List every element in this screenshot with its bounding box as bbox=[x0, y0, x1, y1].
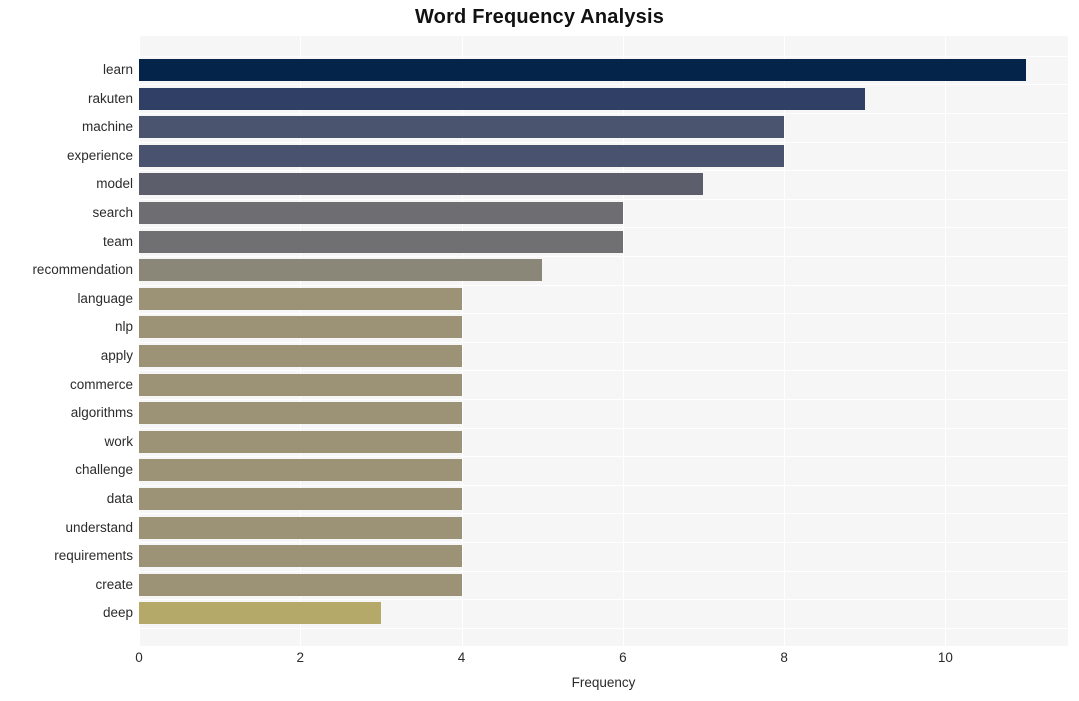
x-axis-tick-label: 0 bbox=[135, 650, 143, 665]
y-axis-tick-label: recommendation bbox=[32, 262, 133, 278]
y-axis-tick-label: team bbox=[102, 233, 133, 249]
y-axis-tick-label: language bbox=[77, 290, 133, 306]
y-axis-tick-label: algorithms bbox=[70, 405, 133, 421]
y-axis-tick-label: experience bbox=[66, 147, 133, 163]
y-axis-tick-label: search bbox=[92, 205, 133, 220]
y-axis-tick-label: nlp bbox=[114, 319, 133, 335]
y-axis-tick-label: create bbox=[95, 576, 133, 592]
x-axis-tick-label: 10 bbox=[937, 650, 953, 665]
chart-figure: Word Frequency Analysis learn rakuten mach… bbox=[0, 0, 1079, 701]
y-axis-tick-label: requirements bbox=[54, 548, 133, 564]
y-axis-tick-labels: learn rakuten machine experience model search… bbox=[0, 0, 1079, 701]
y-axis-tick-label: deep bbox=[102, 605, 133, 621]
y-axis-tick-label: learn bbox=[102, 62, 133, 77]
y-axis-tick-label: model bbox=[96, 176, 133, 192]
y-axis-tick-label: understand bbox=[65, 519, 133, 535]
y-axis-tick-label: data bbox=[106, 491, 133, 506]
x-axis-tick-label: 4 bbox=[457, 650, 466, 665]
y-axis-tick-label: machine bbox=[81, 119, 133, 135]
y-axis-tick-label: rakuten bbox=[87, 90, 133, 106]
y-axis-tick-label: work bbox=[104, 433, 133, 449]
y-axis-tick-label: apply bbox=[100, 348, 133, 363]
x-axis-tick-label: 6 bbox=[619, 650, 627, 665]
y-axis-tick-label: challenge bbox=[75, 462, 133, 478]
y-axis-tick-label: commerce bbox=[69, 376, 133, 392]
x-axis-tick-label: 2 bbox=[296, 650, 305, 665]
x-axis-tick-label: 8 bbox=[780, 650, 788, 665]
x-axis-label: Frequency bbox=[571, 675, 636, 690]
